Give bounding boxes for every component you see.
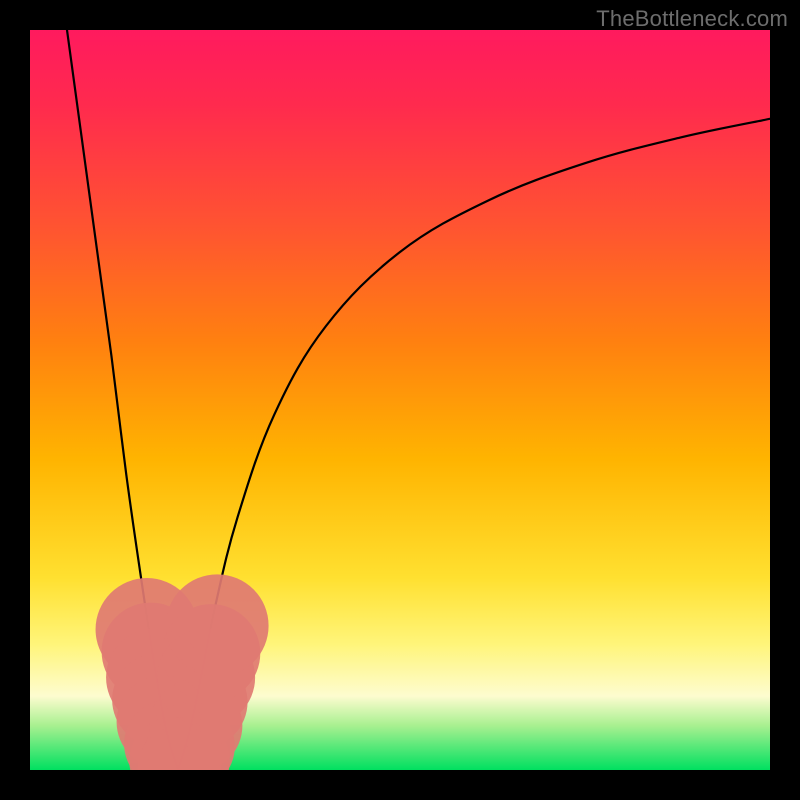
- data-marker: [166, 574, 269, 677]
- watermark-text: TheBottleneck.com: [596, 6, 788, 32]
- marker-group: [96, 574, 269, 770]
- plot-area: [30, 30, 770, 770]
- chart-frame: TheBottleneck.com: [0, 0, 800, 800]
- curve-right-branch: [178, 119, 770, 770]
- chart-svg: [30, 30, 770, 770]
